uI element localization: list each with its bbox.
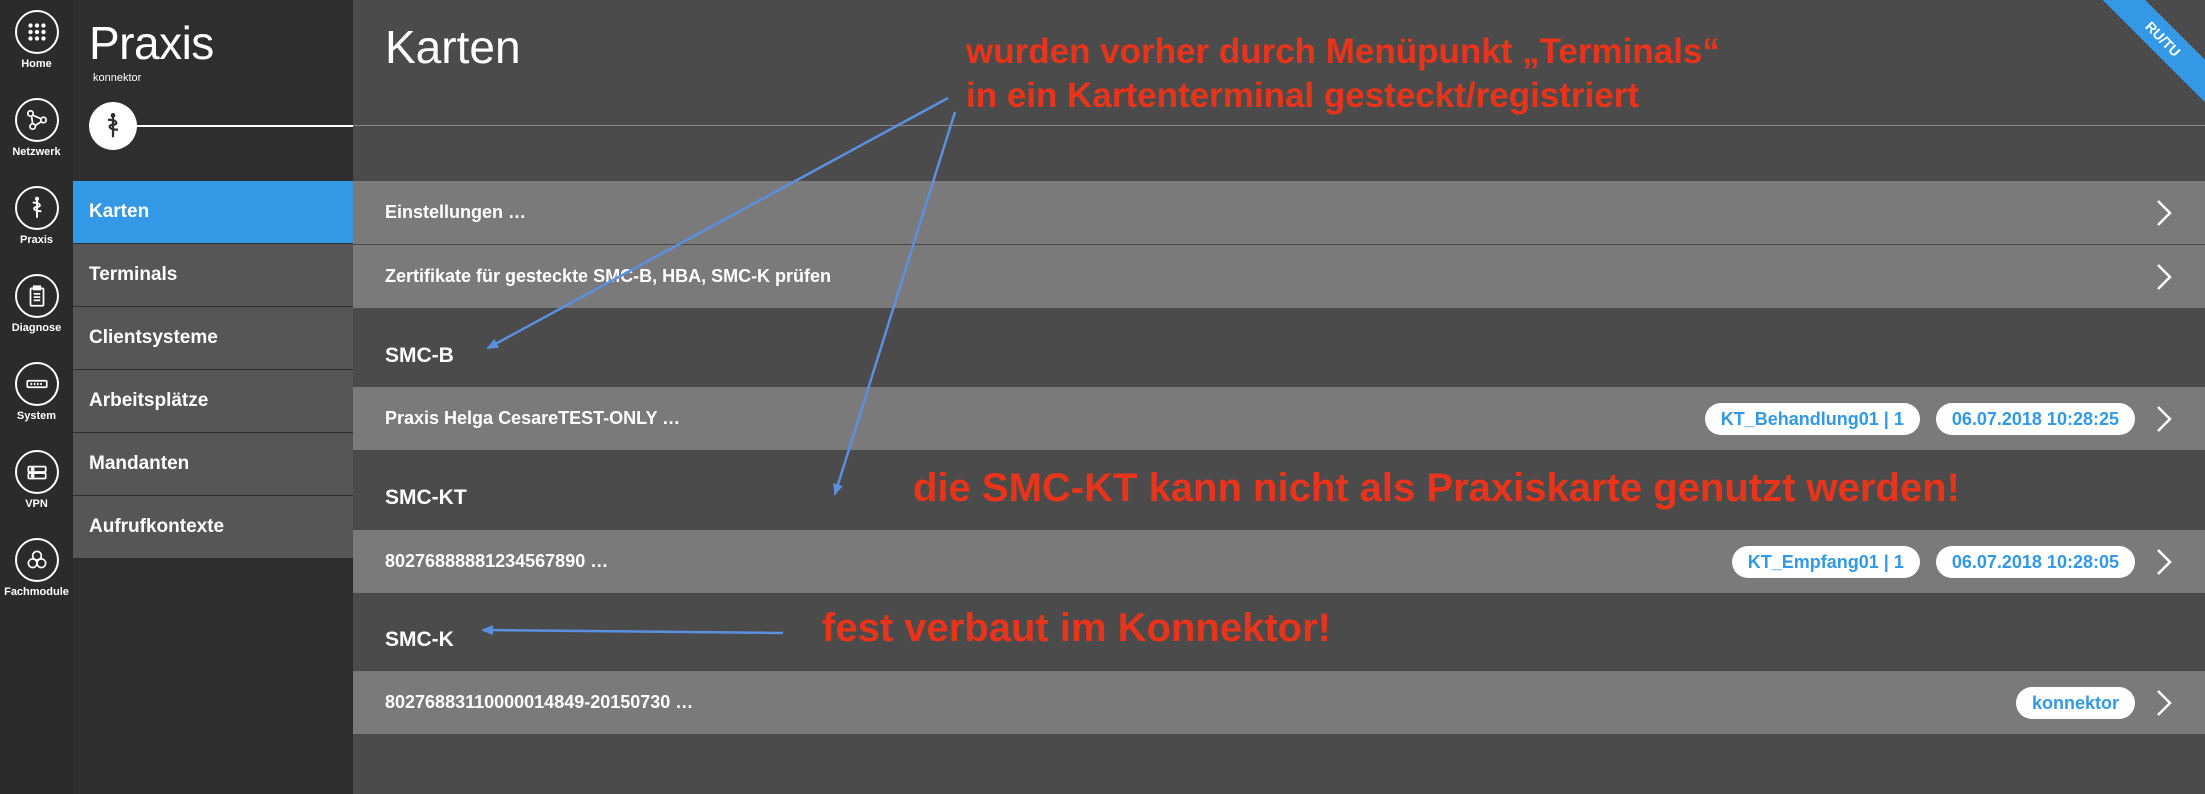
rail-item-praxis[interactable]: Praxis (0, 176, 73, 256)
page-title: Karten (385, 21, 521, 73)
terminal-chip[interactable]: KT_Empfang01 | 1 (1731, 546, 1920, 578)
caduceus-icon (89, 102, 137, 150)
rail-label: Fachmodule (4, 586, 69, 598)
menu-item-label: Terminals (89, 264, 178, 285)
rail-item-fachmodule[interactable]: Fachmodule (0, 528, 73, 608)
timestamp-chip: 06.07.2018 10:28:25 (1935, 403, 2135, 435)
menu-item-karten[interactable]: Karten (73, 181, 353, 244)
rail-label: System (16, 410, 57, 422)
rail-item-system[interactable]: System (0, 352, 73, 432)
side-navigation: Praxis konnektor Karten Terminals Client… (73, 0, 353, 794)
annotation-smc-k: fest verbaut im Konnektor! (822, 606, 1331, 650)
header-divider (137, 125, 353, 127)
title-divider (353, 125, 2205, 126)
section-label-smc-b: SMC-B (385, 344, 454, 367)
grid-icon (14, 10, 59, 54)
rail-label: VPN (25, 498, 48, 510)
menu-item-terminals[interactable]: Terminals (73, 244, 353, 307)
annotation-terminals-line1: wurden vorher durch Menüpunkt „Terminals… (966, 32, 1720, 71)
chip-group: konnektor (2015, 687, 2135, 719)
rail-label: Home (21, 58, 52, 70)
rail-item-vpn[interactable]: VPN (0, 440, 73, 520)
chevron-right-icon (2157, 264, 2172, 290)
terminal-chip[interactable]: KT_Behandlung01 | 1 (1704, 403, 1920, 435)
row-label: Zertifikate für gesteckte SMC-B, HBA, SM… (385, 266, 832, 286)
row-label: Einstellungen … (385, 202, 527, 222)
main-content: Karten Einstellungen … Zertifikate für g… (353, 0, 2205, 794)
app-title: Praxis (89, 17, 214, 69)
chevron-right-icon (2157, 690, 2172, 716)
menu-item-mandanten[interactable]: Mandanten (73, 433, 353, 496)
section-label-smc-k: SMC-K (385, 628, 454, 651)
modules-icon (14, 538, 59, 582)
annotation-smc-kt: die SMC-KT kann nicht als Praxiskarte ge… (913, 466, 1960, 510)
menu-item-label: Mandanten (89, 453, 190, 474)
icon-rail: Home Netzwerk Praxis Diagnose System VPN (0, 0, 73, 794)
menu-item-arbeitsplaetze[interactable]: Arbeitsplätze (73, 370, 353, 433)
app-subtitle: konnektor (93, 72, 142, 84)
annotation-terminals-line2: in ein Kartenterminal gesteckt/registrie… (966, 76, 1639, 115)
action-zertifikate-pruefen[interactable]: Zertifikate für gesteckte SMC-B, HBA, SM… (353, 245, 2205, 308)
menu-item-label: Arbeitsplätze (89, 390, 209, 411)
rail-item-netzwerk[interactable]: Netzwerk (0, 88, 73, 168)
environment-ribbon: RU/TU (2088, 0, 2205, 114)
clipboard-icon (14, 274, 59, 318)
action-einstellungen[interactable]: Einstellungen … (353, 181, 2205, 244)
timestamp-chip: 06.07.2018 10:28:05 (1935, 546, 2135, 578)
chip-group: KT_Behandlung01 | 1 06.07.2018 10:28:25 (1704, 403, 2135, 435)
sidenav-menu: Karten Terminals Clientsysteme Arbeitspl… (73, 181, 353, 559)
rail-label: Diagnose (11, 322, 62, 334)
rail-label: Netzwerk (12, 146, 61, 158)
menu-item-label: Karten (89, 201, 150, 222)
card-label: 80276883110000014849-20150730 … (385, 692, 694, 712)
caduceus-icon (14, 186, 59, 230)
card-label: 80276888881234567890 … (385, 551, 609, 571)
menu-item-label: Aufrufkontexte (89, 516, 225, 537)
device-icon (14, 362, 59, 406)
rail-item-diagnose[interactable]: Diagnose (0, 264, 73, 344)
card-label: Praxis Helga CesareTEST-ONLY … (385, 408, 681, 428)
vpn-icon (14, 450, 59, 494)
terminal-chip[interactable]: konnektor (2015, 687, 2135, 719)
section-label-smc-kt: SMC-KT (385, 486, 467, 509)
card-row-smc-k[interactable]: 80276883110000014849-20150730 … konnekto… (353, 671, 2205, 734)
menu-item-label: Clientsysteme (89, 327, 218, 348)
chip-group: KT_Empfang01 | 1 06.07.2018 10:28:05 (1731, 546, 2135, 578)
menu-item-aufrufkontexte[interactable]: Aufrufkontexte (73, 496, 353, 559)
card-row-smc-kt[interactable]: 80276888881234567890 … KT_Empfang01 | 1 … (353, 530, 2205, 593)
chevron-right-icon (2157, 406, 2172, 432)
network-icon (14, 98, 59, 142)
chevron-right-icon (2157, 200, 2172, 226)
chevron-right-icon (2157, 549, 2172, 575)
rail-label: Praxis (19, 234, 54, 246)
menu-item-clientsysteme[interactable]: Clientsysteme (73, 307, 353, 370)
card-row-smc-b[interactable]: Praxis Helga CesareTEST-ONLY … KT_Behand… (353, 387, 2205, 450)
rail-item-home[interactable]: Home (0, 0, 73, 80)
